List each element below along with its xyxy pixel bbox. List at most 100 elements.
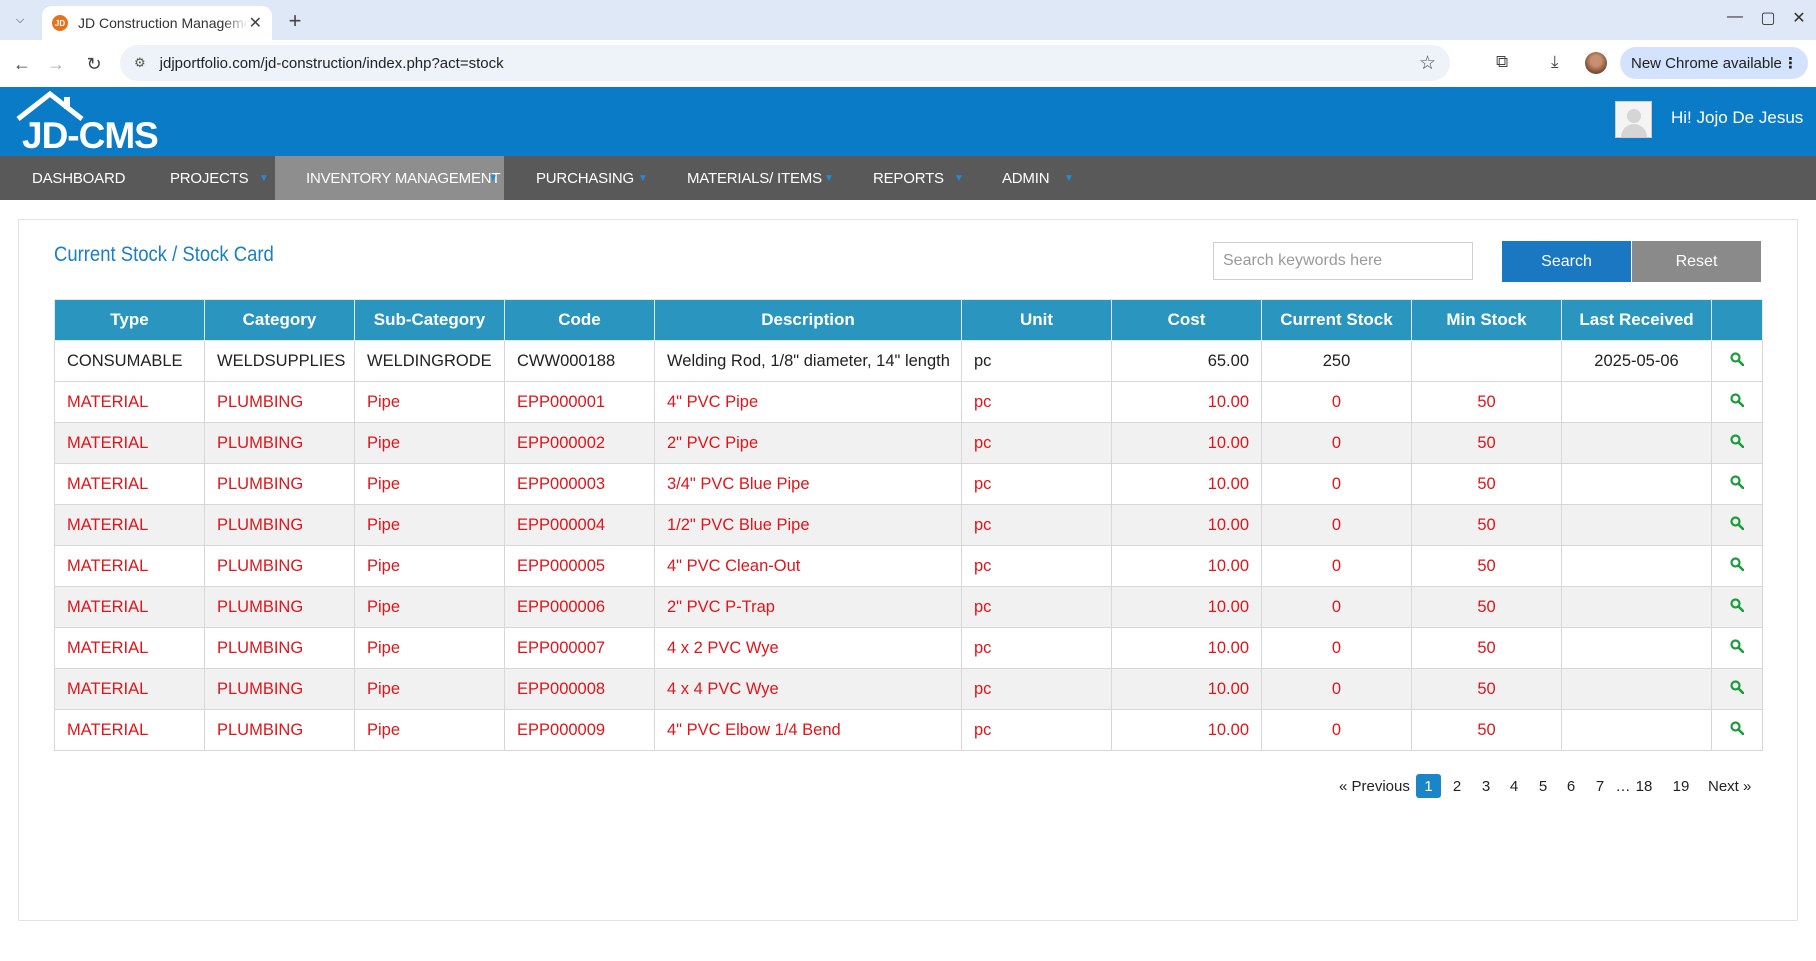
url-text[interactable]: jdjportfolio.com/jd-construction/index.p…	[160, 55, 504, 72]
col-header-category[interactable]: Category	[204, 299, 355, 341]
tab-close-icon[interactable]: ✕	[249, 13, 262, 33]
nav-purchasing[interactable]: PURCHASING	[504, 156, 654, 200]
cell-last-received	[1561, 586, 1712, 628]
view-stock-card-magnifier-icon[interactable]	[1730, 720, 1745, 740]
tab-search-chevron-icon[interactable]: ⌵	[8, 8, 32, 32]
pagination-page[interactable]: 6	[1560, 774, 1582, 798]
cell-last-received	[1561, 381, 1712, 423]
cell-description: 3/4" PVC Blue Pipe	[654, 463, 962, 505]
nav-materials-caret-icon[interactable]: ▼	[824, 156, 834, 200]
logo-text: JD-CMS	[22, 115, 159, 156]
user-avatar[interactable]	[1615, 101, 1652, 138]
browser-tab-strip: ⌵ JD JD Construction Management ✕ + — ▢ …	[0, 0, 1816, 40]
cell-subcategory: Pipe	[354, 586, 505, 628]
cell-current-stock: 0	[1261, 668, 1412, 710]
cell-min-stock: 50	[1411, 709, 1562, 751]
pagination-previous[interactable]: « Previous	[1339, 774, 1410, 798]
col-header-current-stock[interactable]: Current Stock	[1261, 299, 1412, 341]
site-info-icon[interactable]: ⚙	[134, 55, 146, 71]
cell-min-stock: 50	[1411, 627, 1562, 669]
cell-cost: 10.00	[1111, 709, 1262, 751]
cell-action	[1711, 422, 1763, 464]
new-tab-plus-icon[interactable]: +	[282, 8, 308, 34]
nav-projects[interactable]: PROJECTS	[137, 156, 275, 200]
nav-purchasing-caret-icon[interactable]: ▼	[638, 156, 648, 200]
nav-inventory-management[interactable]: INVENTORY MANAGEMENT	[275, 156, 504, 200]
cell-unit: pc	[961, 545, 1112, 587]
cell-last-received	[1561, 668, 1712, 710]
extensions-puzzle-icon[interactable]: ⧉	[1496, 52, 1508, 72]
pagination-page[interactable]: 1	[1416, 774, 1441, 798]
col-header-code[interactable]: Code	[504, 299, 655, 341]
cell-cost: 10.00	[1111, 504, 1262, 546]
jd-cms-logo[interactable]: JD-CMS	[14, 91, 174, 156]
pagination-page[interactable]: 2	[1446, 774, 1468, 798]
search-button[interactable]: Search	[1502, 241, 1631, 282]
pagination-page[interactable]: 3	[1475, 774, 1497, 798]
cell-type: MATERIAL	[54, 545, 205, 587]
nav-projects-caret-icon[interactable]: ▼	[259, 156, 269, 200]
col-header-type[interactable]: Type	[54, 299, 205, 341]
window-close-icon[interactable]: ✕	[1784, 8, 1814, 28]
view-stock-card-magnifier-icon[interactable]	[1730, 556, 1745, 576]
cell-min-stock: 50	[1411, 504, 1562, 546]
view-stock-card-magnifier-icon[interactable]	[1730, 638, 1745, 658]
address-bar[interactable]: ⚙ jdjportfolio.com/jd-construction/index…	[120, 45, 1450, 81]
col-header-last-received[interactable]: Last Received	[1561, 299, 1712, 341]
view-stock-card-magnifier-icon[interactable]	[1730, 474, 1745, 494]
more-menu-icon[interactable]: ⋮	[1783, 54, 1798, 72]
cell-current-stock: 0	[1261, 586, 1412, 628]
col-header-unit[interactable]: Unit	[961, 299, 1112, 341]
download-icon[interactable]: ⤓	[1551, 52, 1559, 72]
table-row: MATERIAL PLUMBING Pipe EPP000002 2" PVC Pipe…	[54, 422, 1763, 464]
pagination-page[interactable]: 5	[1532, 774, 1554, 798]
bookmark-star-icon[interactable]: ☆	[1419, 52, 1436, 75]
cell-min-stock: 50	[1411, 545, 1562, 587]
cell-unit: pc	[961, 668, 1112, 710]
minimize-icon[interactable]: —	[1720, 8, 1750, 26]
col-header-subcategory[interactable]: Sub-Category	[354, 299, 505, 341]
cell-category: PLUMBING	[204, 504, 355, 546]
cell-description: 2" PVC P-Trap	[654, 586, 962, 628]
cell-current-stock: 0	[1261, 422, 1412, 464]
nav-dashboard[interactable]: DASHBOARD	[0, 156, 137, 200]
view-stock-card-magnifier-icon[interactable]	[1730, 515, 1745, 535]
forward-arrow-icon[interactable]: →	[43, 51, 69, 77]
pagination-page[interactable]: 7	[1589, 774, 1611, 798]
reload-icon[interactable]: ↻	[81, 51, 107, 77]
cell-description: 1/2" PVC Blue Pipe	[654, 504, 962, 546]
nav-admin-caret-icon[interactable]: ▼	[1064, 156, 1074, 200]
pagination-next[interactable]: Next »	[1708, 774, 1751, 798]
cell-subcategory: Pipe	[354, 709, 505, 751]
nav-reports[interactable]: REPORTS	[840, 156, 970, 200]
cell-category: PLUMBING	[204, 709, 355, 751]
user-greeting[interactable]: Hi! Jojo De Jesus	[1671, 108, 1803, 128]
cell-current-stock: 0	[1261, 627, 1412, 669]
chrome-update-button[interactable]: New Chrome available ⋮	[1620, 47, 1808, 79]
view-stock-card-magnifier-icon[interactable]	[1730, 597, 1745, 617]
view-stock-card-magnifier-icon[interactable]	[1730, 351, 1745, 371]
browser-tab[interactable]: JD JD Construction Management ✕	[42, 6, 272, 40]
cell-current-stock: 0	[1261, 545, 1412, 587]
nav-materials-items[interactable]: MATERIALS/ ITEMS	[654, 156, 840, 200]
cell-category: PLUMBING	[204, 627, 355, 669]
pagination-page[interactable]: 19	[1670, 774, 1692, 798]
pagination-page[interactable]: 4	[1503, 774, 1525, 798]
col-header-description[interactable]: Description	[654, 299, 962, 341]
nav-reports-caret-icon[interactable]: ▼	[954, 156, 964, 200]
view-stock-card-magnifier-icon[interactable]	[1730, 433, 1745, 453]
reset-button[interactable]: Reset	[1632, 241, 1761, 282]
pagination-page[interactable]: 18	[1633, 774, 1655, 798]
maximize-icon[interactable]: ▢	[1753, 8, 1783, 28]
cell-last-received	[1561, 504, 1712, 546]
cell-subcategory: Pipe	[354, 504, 505, 546]
col-header-min-stock[interactable]: Min Stock	[1411, 299, 1562, 341]
view-stock-card-magnifier-icon[interactable]	[1730, 392, 1745, 412]
cell-action	[1711, 504, 1763, 546]
nav-inventory-caret-icon[interactable]: ▼	[488, 156, 498, 200]
back-arrow-icon[interactable]: ←	[9, 51, 35, 77]
search-input[interactable]	[1213, 242, 1473, 280]
profile-avatar[interactable]	[1585, 52, 1607, 74]
view-stock-card-magnifier-icon[interactable]	[1730, 679, 1745, 699]
col-header-cost[interactable]: Cost	[1111, 299, 1262, 341]
